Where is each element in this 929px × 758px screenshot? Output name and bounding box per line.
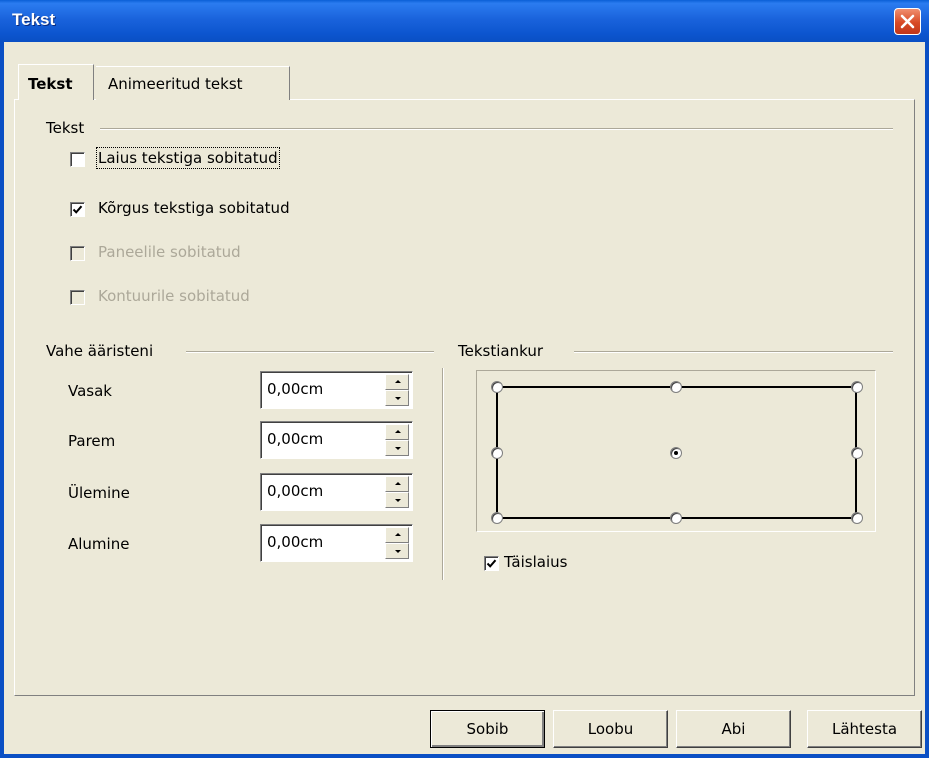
anchor-middle-right-radio[interactable] [851,447,863,459]
anchor-center-radio[interactable] [670,447,682,459]
fit-height-checkbox[interactable] [70,202,85,217]
fit-contour-label: Kontuurile sobitatud [98,287,250,305]
tab-animeeritud-tekst[interactable]: Animeeritud tekst [96,66,290,100]
anchor-bottom-left-radio[interactable] [491,512,503,524]
fit-panel-checkbox [70,246,85,261]
anchor-bottom-center-radio[interactable] [670,512,682,524]
right-margin-input[interactable] [267,430,372,448]
right-margin-increment[interactable] [385,424,409,440]
bottom-margin-increment[interactable] [385,527,409,543]
left-margin-input[interactable] [267,380,372,398]
left-margin-label: Vasak [68,382,112,400]
window-frame-right [925,42,929,758]
reset-button[interactable]: Lähtesta [807,710,922,748]
fit-width-label: Laius tekstiga sobitatud [96,147,280,169]
anchor-top-left-radio[interactable] [491,381,503,393]
anchor-top-center-radio[interactable] [670,381,682,393]
cancel-button[interactable]: Loobu [553,710,668,748]
top-margin-label: Ülemine [68,484,130,502]
close-icon [900,14,915,29]
text-group-divider [100,128,893,130]
right-margin-label: Parem [68,432,116,450]
tab-label: Animeeritud tekst [108,75,243,93]
fit-height-label: Kõrgus tekstiga sobitatud [98,199,290,217]
tab-tekst[interactable]: Tekst [18,64,94,100]
anchor-group-label: Tekstiankur [458,342,543,360]
top-margin-input[interactable] [267,482,372,500]
title-bar[interactable]: Tekst [0,0,929,42]
ok-button[interactable]: Sobib [430,710,545,748]
top-margin-decrement[interactable] [385,492,409,508]
group-separator [442,368,444,580]
full-width-label: Täislaius [504,553,568,571]
full-width-checkbox[interactable] [484,556,499,571]
fit-panel-label: Paneelile sobitatud [98,243,241,261]
spacing-group-divider [186,351,434,353]
help-button[interactable]: Abi [676,710,791,748]
fit-contour-checkbox [70,290,85,305]
left-margin-decrement[interactable] [385,390,409,406]
anchor-top-right-radio[interactable] [851,381,863,393]
spacing-group-label: Vahe ääristeni [46,342,154,360]
bottom-margin-spinbox[interactable] [260,524,413,562]
top-margin-spinbox[interactable] [260,473,413,511]
right-margin-spinbox[interactable] [260,421,413,459]
bottom-margin-label: Alumine [68,535,130,553]
checkmark-icon [486,559,497,568]
window-title: Tekst [12,10,56,29]
anchor-bottom-right-radio[interactable] [851,512,863,524]
left-margin-increment[interactable] [385,374,409,390]
text-group-label: Tekst [46,119,85,137]
anchor-group-divider [574,351,893,353]
bottom-margin-decrement[interactable] [385,543,409,559]
close-button[interactable] [894,8,921,35]
top-margin-increment[interactable] [385,476,409,492]
left-margin-spinbox[interactable] [260,371,413,409]
tab-label: Tekst [28,75,73,93]
checkmark-icon [72,205,83,214]
fit-width-checkbox[interactable] [70,152,85,167]
anchor-middle-left-radio[interactable] [491,447,503,459]
right-margin-decrement[interactable] [385,440,409,456]
window-frame-bottom [0,754,929,758]
bottom-margin-input[interactable] [267,533,372,551]
